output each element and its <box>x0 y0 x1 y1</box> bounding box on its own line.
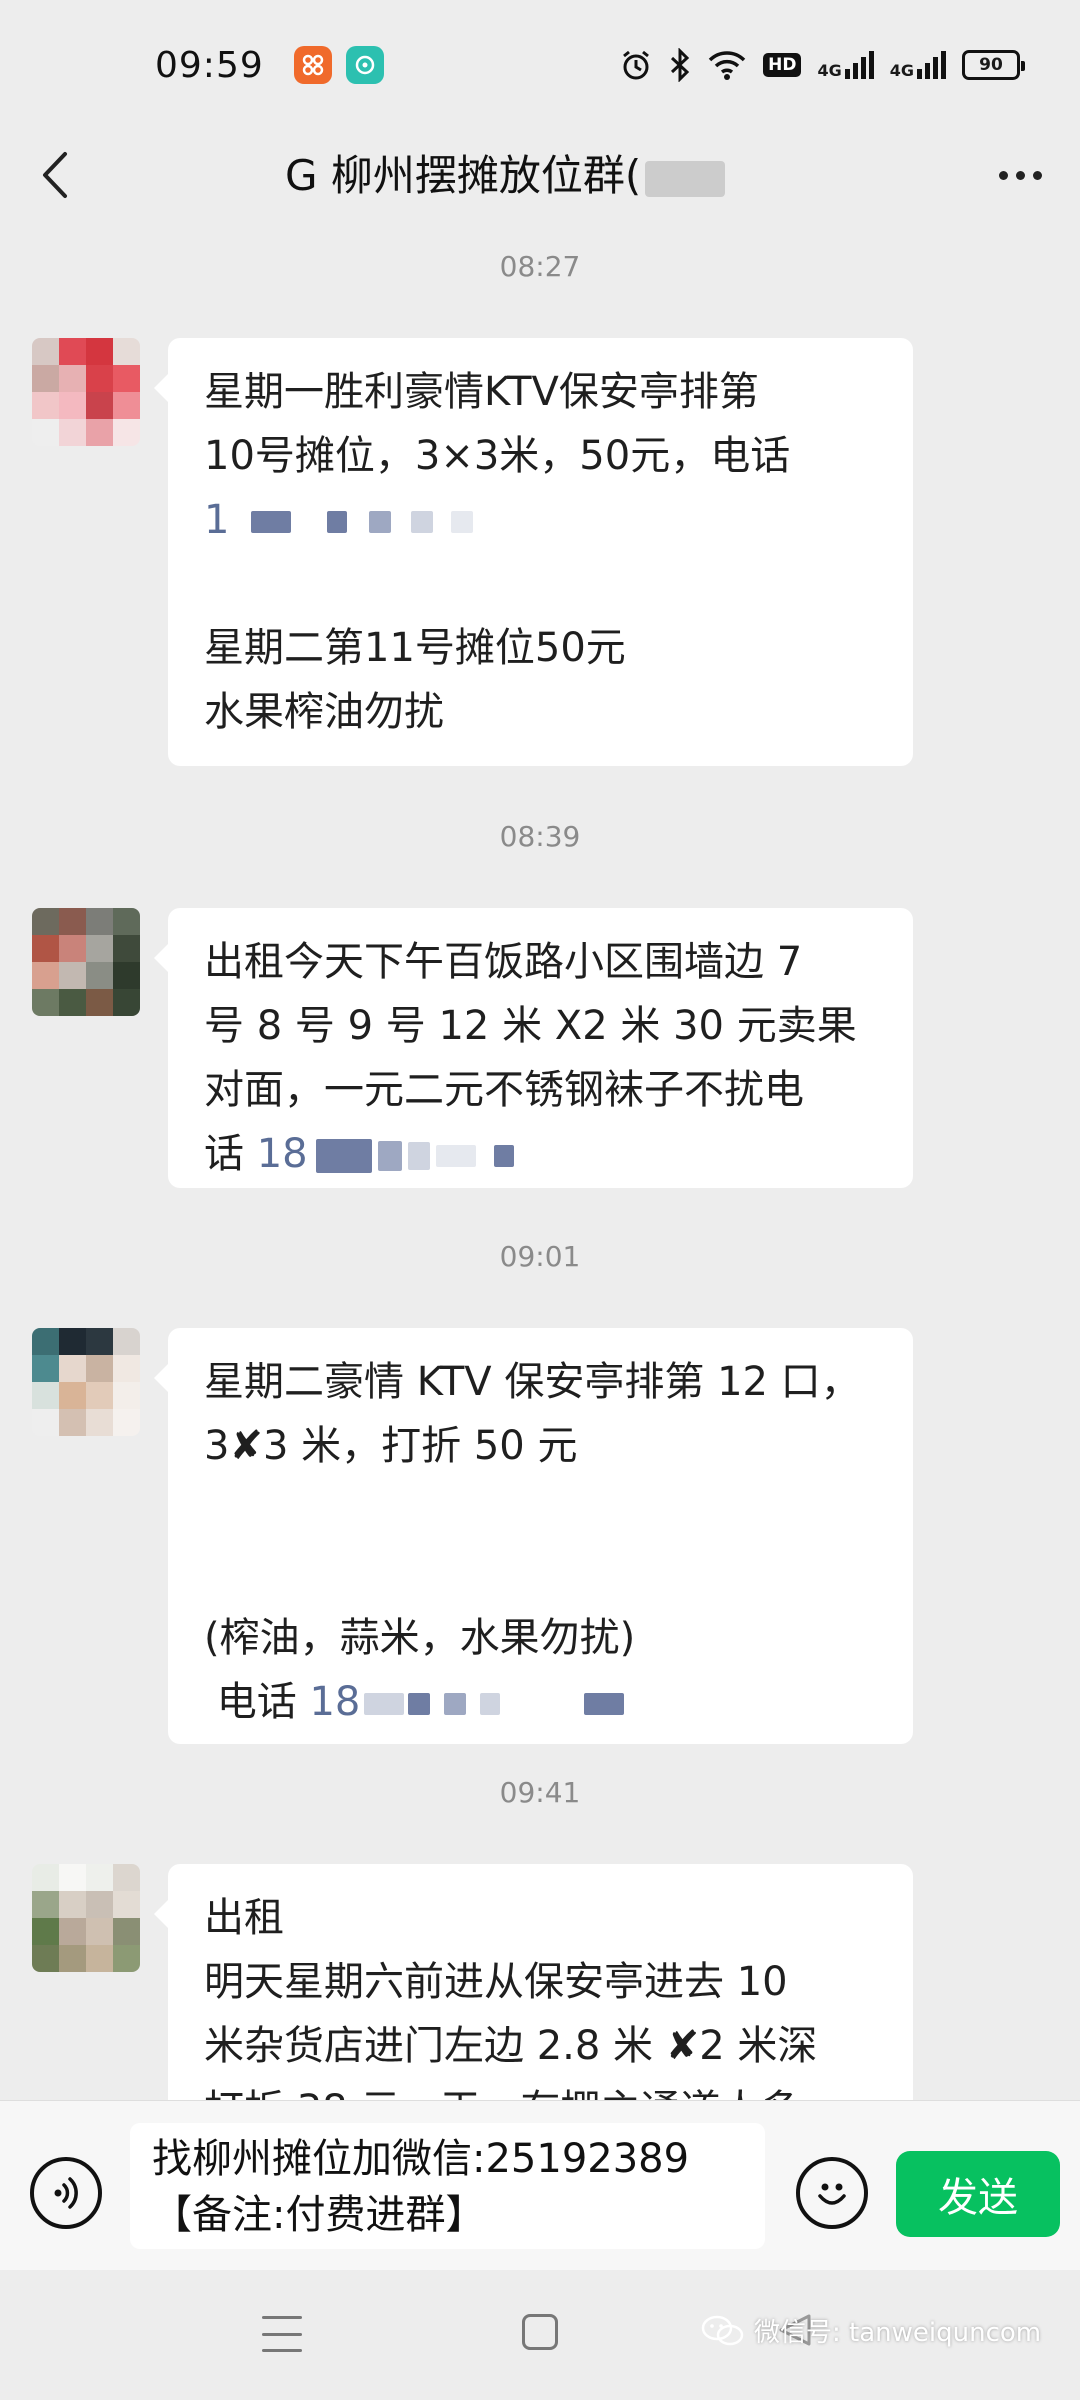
phone-line[interactable]: 电话 18 <box>204 1670 877 1734</box>
status-time: 09:59 <box>155 44 264 86</box>
status-bar: 09:59 HD 4G 4G 90 <box>0 0 1080 130</box>
chat-header: G 柳州摆摊放位群( <box>0 130 1080 220</box>
input-bar: 找柳州摊位加微信:25192389 【备注:付费进群】 发送 <box>0 2100 1080 2270</box>
bluetooth-icon <box>669 48 691 82</box>
more-options-button[interactable] <box>990 150 1050 200</box>
message-text: (榨油，蒜米，水果勿扰) <box>204 1615 636 1661</box>
wifi-icon <box>707 49 747 81</box>
avatar[interactable] <box>32 338 140 446</box>
dot-icon <box>1015 170 1025 180</box>
message-text: 出租今天下午百饭路小区围墙边 7 <box>204 939 803 985</box>
wechat-icon <box>701 2315 744 2345</box>
message-bubble[interactable]: 出租 明天星期六前进从保安亭进去 10 米杂货店进门左边 2.8 米 ✘2 米深… <box>154 1864 913 2100</box>
message-text: 3✘3 米，打折 50 元 <box>204 1423 578 1469</box>
message-text <box>204 1478 877 1542</box>
phone-visible-digits: 18 <box>309 1679 361 1725</box>
input-text-line: 找柳州摊位加微信:25192389 <box>152 2136 690 2182</box>
message-bubble[interactable]: 星期二豪情 KTV 保安亭排第 12 口， 3✘3 米，打折 50 元 (榨油，… <box>154 1328 913 1744</box>
cellular-signal-2-icon: 4G <box>890 51 946 79</box>
voice-icon <box>54 2177 78 2209</box>
phone-line[interactable]: 话 18 <box>204 1122 877 1186</box>
system-nav-bar: 微信号: tanweiquncom <box>0 2270 1080 2400</box>
message-text: 10号摊位，3×3米，50元，电话 <box>204 433 791 479</box>
phone-label: 电话 <box>204 1679 310 1725</box>
home-button[interactable] <box>522 2314 558 2350</box>
timestamp: 08:27 <box>499 250 581 283</box>
avatar[interactable] <box>32 1864 140 1972</box>
chat-title: G 柳州摆摊放位群( <box>285 142 726 203</box>
voice-input-button[interactable] <box>30 2157 102 2229</box>
message-bubble[interactable]: 出租今天下午百饭路小区围墙边 7 号 8 号 9 号 12 米 X2 米 30 … <box>154 908 913 1188</box>
dot-icon <box>1032 170 1042 180</box>
watermark: 微信号: tanweiquncom <box>700 2312 1041 2349</box>
message-app-icon <box>345 46 384 84</box>
message-text: 出租 <box>204 1895 284 1941</box>
message-text: 号 8 号 9 号 12 米 X2 米 30 元卖果 <box>204 1003 857 1049</box>
timestamp: 09:01 <box>499 1240 581 1273</box>
watermark-text: 微信号: tanweiquncom <box>754 2318 1042 2348</box>
title-redaction <box>645 160 726 197</box>
timestamp: 09:41 <box>499 1776 581 1809</box>
input-text-line: 【备注:付费进群】 <box>152 2192 486 2238</box>
cellular-signal-1-icon: 4G <box>817 51 874 80</box>
phone-label: 话 <box>204 1131 257 1177</box>
phone-visible-digits: 1 <box>204 497 230 543</box>
message-text: 对面，一元二元不锈钢袜子不扰电 <box>204 1067 804 1113</box>
message-text: 星期二第11号摊位50元 <box>204 625 626 671</box>
avatar[interactable] <box>32 908 140 1016</box>
avatar[interactable] <box>32 1328 140 1436</box>
app-notification-icon <box>293 46 332 84</box>
emoji-button[interactable] <box>796 2157 868 2229</box>
message-bubble[interactable]: 星期一胜利豪情KTV保安亭排第 10号摊位，3×3米，50元，电话 1 星期二第… <box>154 338 913 766</box>
message-text: 打折 38 元一天，有棚主通道人多 <box>204 2078 877 2100</box>
hd-voice-icon: HD <box>763 53 802 77</box>
dot-icon <box>998 170 1008 180</box>
battery-icon: 90 <box>962 50 1025 80</box>
message-text: 水果榨油勿扰 <box>204 689 444 735</box>
phone-number[interactable]: 1 <box>204 488 877 552</box>
network-type-label: 4G <box>817 61 842 80</box>
phone-visible-digits: 18 <box>256 1131 308 1177</box>
timestamp: 08:39 <box>499 820 581 853</box>
message-text: 星期一胜利豪情KTV保安亭排第 <box>204 369 759 415</box>
message-text <box>204 552 877 616</box>
message-input[interactable]: 找柳州摊位加微信:25192389 【备注:付费进群】 <box>130 2123 765 2249</box>
recent-apps-button[interactable] <box>262 2316 302 2352</box>
chat-title-text: G 柳州摆摊放位群( <box>285 151 642 200</box>
message-list[interactable]: 08:27 星期一胜利豪情KTV保安亭排第 10号摊位，3×3米，50元，电话 … <box>0 220 1080 2100</box>
message-text: 明天星期六前进从保安亭进去 10 <box>204 1959 788 2005</box>
smiley-icon <box>818 2183 846 2205</box>
message-text: 星期二豪情 KTV 保安亭排第 12 口， <box>204 1359 861 1405</box>
alarm-icon <box>619 48 653 82</box>
back-button[interactable] <box>30 148 80 202</box>
send-button[interactable]: 发送 <box>896 2151 1060 2237</box>
chevron-left-icon <box>43 152 67 198</box>
message-text: 米杂货店进门左边 2.8 米 ✘2 米深 <box>204 2023 818 2069</box>
message-text <box>204 1542 877 1606</box>
network-type-label: 4G <box>889 61 914 80</box>
